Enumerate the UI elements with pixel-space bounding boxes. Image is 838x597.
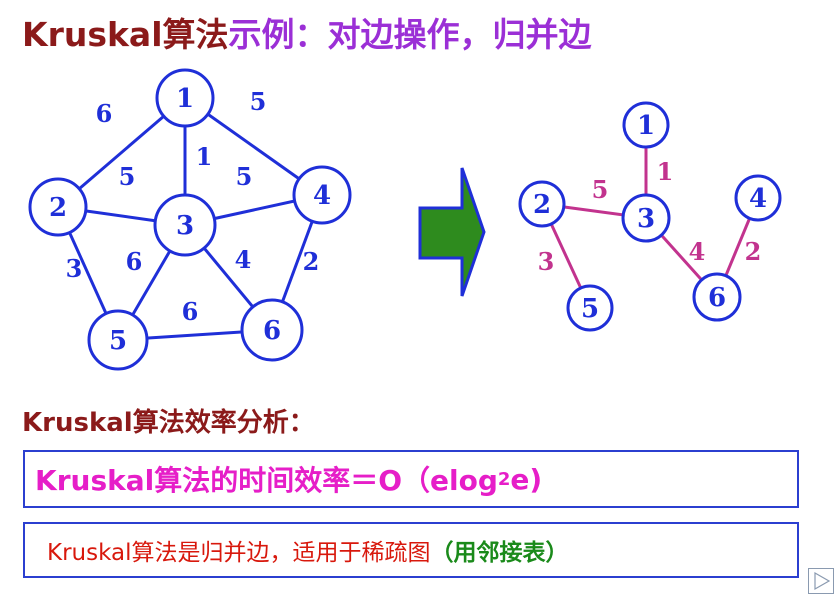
time-efficiency-suffix: e) (510, 462, 543, 496)
slide: Kruskal算法示例：对边操作，归并边 6 5 1 5 5 3 6 4 2 6… (0, 0, 838, 597)
right-node-1: 1 (622, 101, 670, 149)
right-node-3-label: 3 (637, 204, 655, 234)
left-weight-4-6: 2 (303, 247, 320, 276)
right-weight-2-5: 3 (538, 247, 555, 276)
right-node-2: 2 (518, 180, 566, 228)
time-efficiency-box: Kruskal算法的时间效率＝O（elog 2 e) (23, 450, 799, 508)
right-node-5-label: 5 (581, 294, 599, 324)
right-node-5: 5 (566, 284, 614, 332)
kruskal-diagram: 6 5 1 5 5 3 6 4 2 6 1 2 3 4 5 6 1 5 3 4 … (28, 68, 782, 371)
right-node-3: 3 (621, 193, 671, 243)
left-node-4: 4 (292, 165, 352, 225)
left-node-6: 6 (240, 298, 304, 362)
right-weight-1-3: 1 (657, 157, 674, 186)
applicability-note-text: Kruskal算法是归并边，适用于稀疏图 (47, 540, 431, 566)
left-node-1: 1 (155, 68, 215, 128)
adjacency-list-hint: （用邻接表） (430, 540, 569, 566)
right-node-6-label: 6 (708, 283, 726, 313)
left-weight-1-2: 6 (96, 99, 113, 128)
left-node-6-label: 6 (263, 316, 281, 346)
time-efficiency-text: Kruskal算法的时间效率＝O（elog (35, 464, 498, 497)
left-node-3: 3 (153, 193, 217, 257)
slide-nav-icon (814, 571, 831, 591)
left-weight-3-4: 5 (236, 162, 253, 191)
left-weight-1-4: 5 (250, 87, 267, 116)
arrow-right-icon (418, 167, 486, 297)
left-weight-1-3: 1 (196, 142, 213, 171)
page-corner-button[interactable] (808, 568, 834, 594)
left-weight-5-6: 6 (182, 297, 199, 326)
left-weight-3-5: 6 (126, 247, 143, 276)
log-base-subscript: 2 (497, 468, 511, 490)
right-node-1-label: 1 (637, 111, 655, 141)
right-graph: 1 5 3 4 2 1 2 3 4 5 6 (518, 101, 782, 332)
applicability-note-box: Kruskal算法是归并边，适用于稀疏图 （用邻接表） (23, 522, 799, 578)
left-node-5-label: 5 (109, 326, 127, 356)
left-node-4-label: 4 (313, 181, 331, 211)
efficiency-heading: Kruskal算法效率分析： (22, 408, 315, 438)
left-weight-2-3: 5 (119, 162, 136, 191)
left-node-1-label: 1 (176, 84, 194, 114)
left-node-3-label: 3 (176, 211, 194, 241)
right-weight-3-6: 4 (689, 237, 706, 266)
right-weight-4-6: 2 (745, 237, 762, 266)
right-node-4-label: 4 (749, 184, 767, 214)
left-weight-3-6: 4 (235, 245, 252, 274)
left-graph: 6 5 1 5 5 3 6 4 2 6 1 2 3 4 5 6 (28, 68, 352, 371)
right-node-4: 4 (734, 174, 782, 222)
right-weight-2-3: 5 (592, 175, 609, 204)
left-weight-2-5: 3 (66, 254, 83, 283)
left-node-5: 5 (87, 309, 149, 371)
left-node-2-label: 2 (49, 193, 67, 223)
right-node-6: 6 (692, 272, 742, 322)
left-node-2: 2 (28, 177, 88, 237)
right-node-2-label: 2 (533, 190, 551, 220)
